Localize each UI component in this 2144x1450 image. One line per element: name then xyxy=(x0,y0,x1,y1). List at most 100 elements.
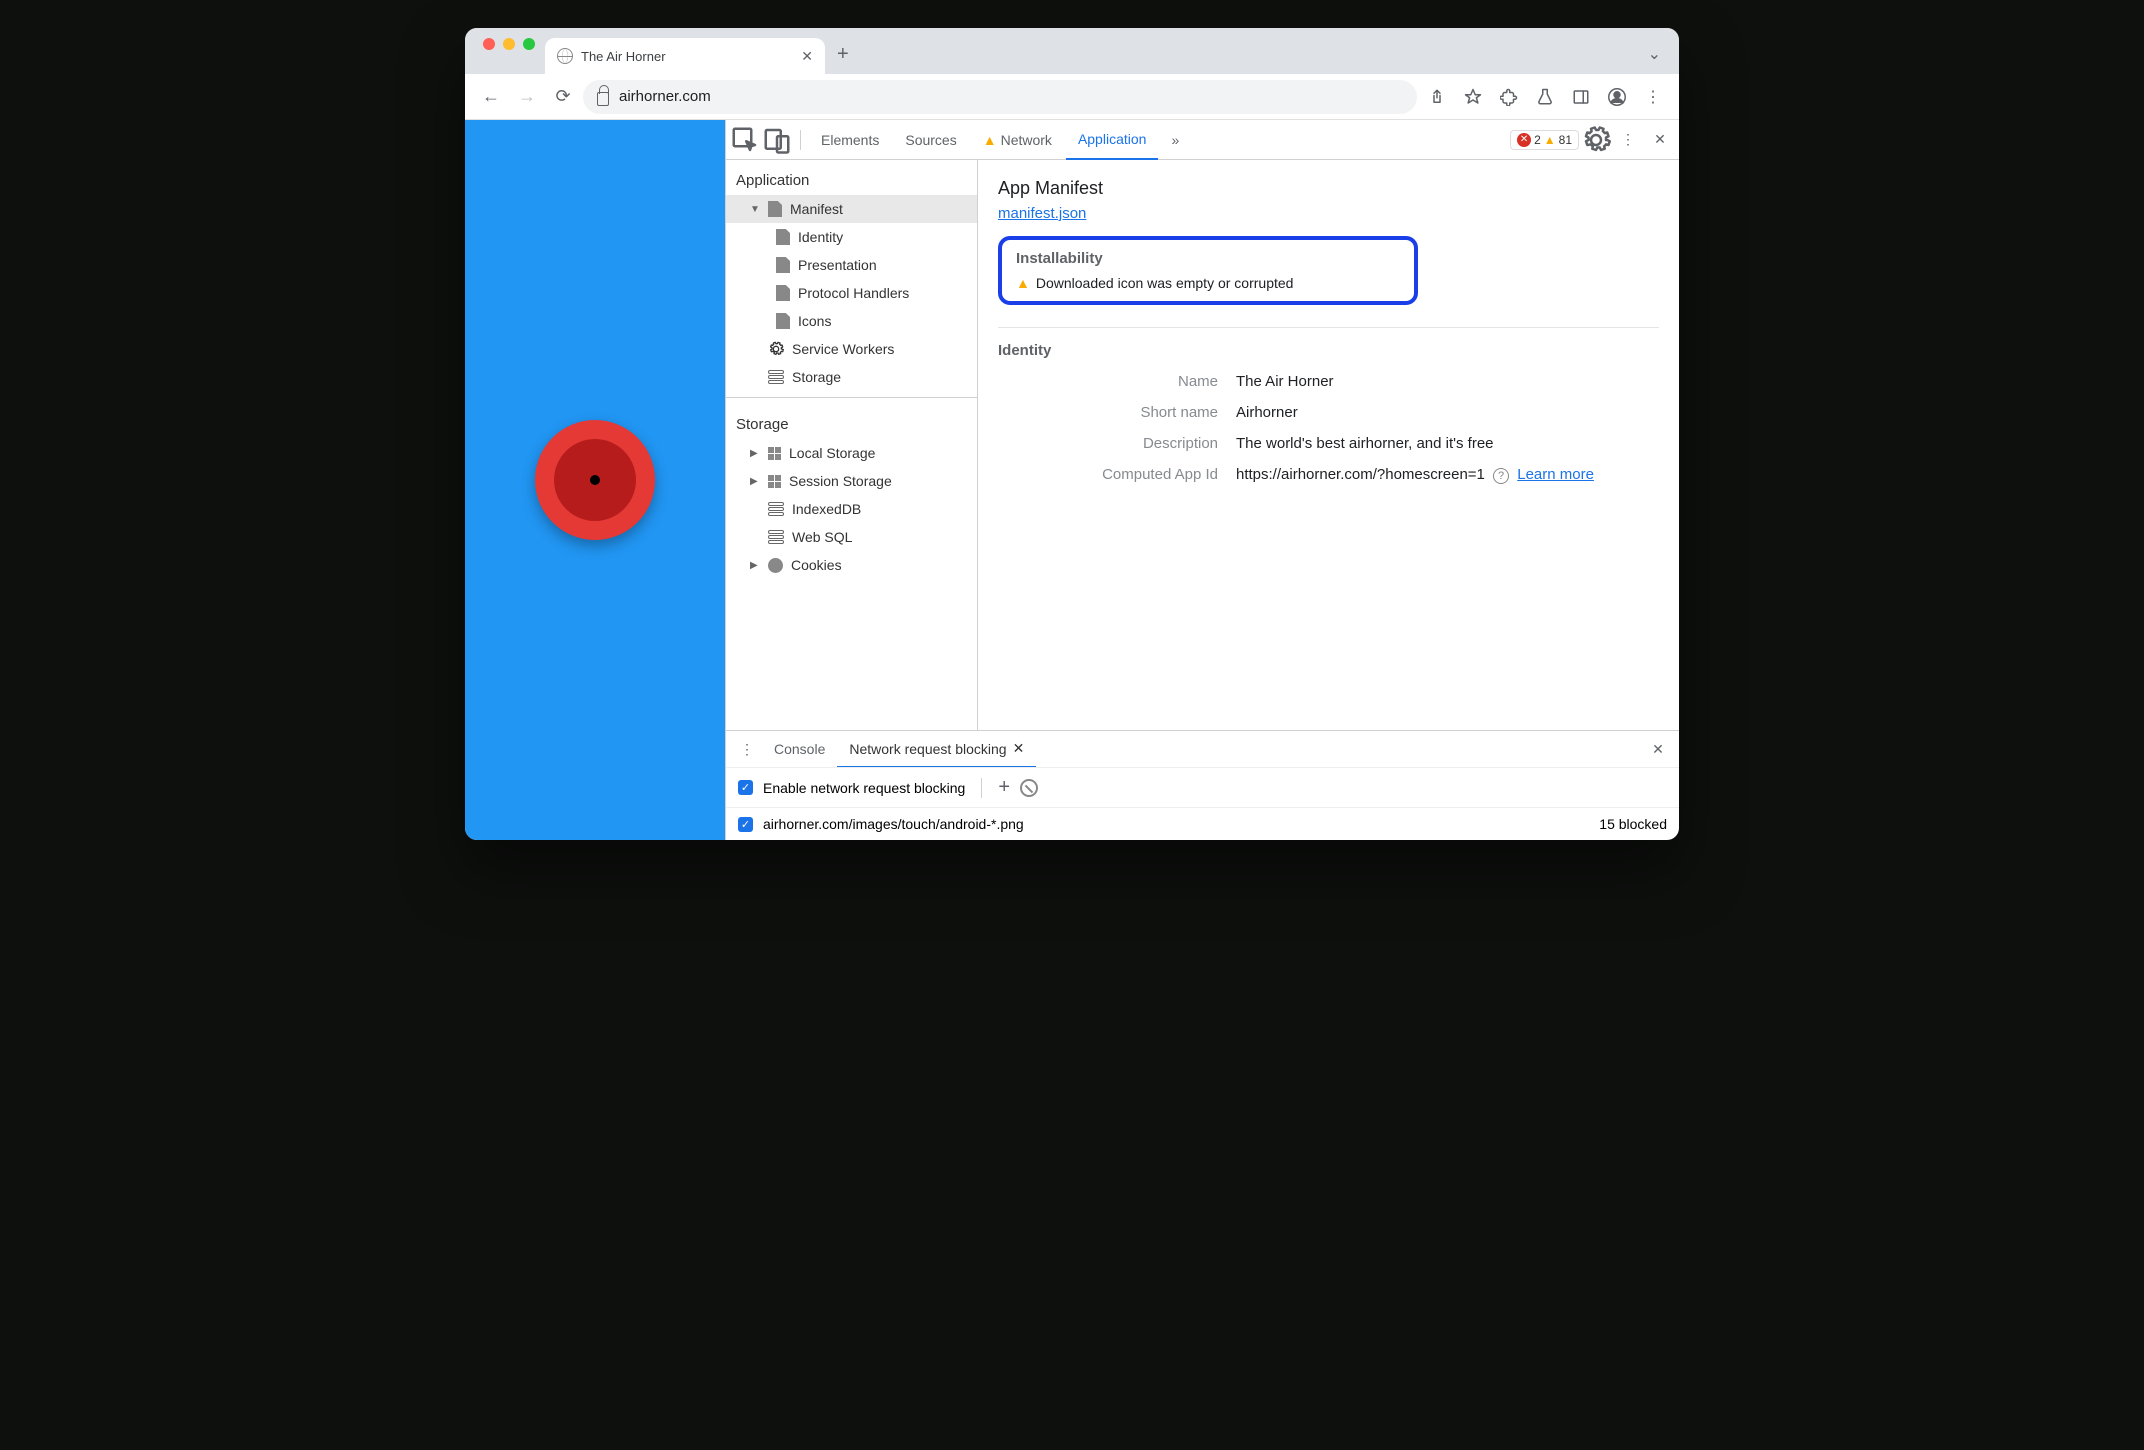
sidebar-item-protocol-handlers[interactable]: Protocol Handlers xyxy=(726,279,977,307)
add-pattern-button[interactable]: + xyxy=(998,776,1010,799)
inspect-icon[interactable] xyxy=(730,125,760,155)
identity-appid-v: https://airhorner.com/?homescreen=1 ? Le… xyxy=(1236,466,1659,484)
manifest-link[interactable]: manifest.json xyxy=(998,205,1086,222)
browser-toolbar: ← → ⟳ airhorner.com ⋮ xyxy=(465,74,1679,120)
drawer-tab-console[interactable]: Console xyxy=(762,731,837,767)
tab-network[interactable]: ▲Network xyxy=(971,120,1064,159)
file-icon xyxy=(776,285,790,301)
identity-desc-k: Description xyxy=(998,435,1218,452)
sidebar-item-manifest[interactable]: ▼Manifest xyxy=(726,195,977,223)
reload-button[interactable]: ⟳ xyxy=(547,81,579,113)
sidebar-item-icons[interactable]: Icons xyxy=(726,307,977,335)
cookie-icon xyxy=(768,558,783,573)
file-icon xyxy=(776,229,790,245)
sidebar-item-websql[interactable]: Web SQL xyxy=(726,523,977,551)
back-button[interactable]: ← xyxy=(475,81,507,113)
tabs-menu-icon[interactable]: ⌄ xyxy=(1638,44,1671,74)
close-tab-icon[interactable]: ✕ xyxy=(801,48,813,65)
device-toggle-icon[interactable] xyxy=(762,125,792,155)
identity-name-v: The Air Horner xyxy=(1236,373,1659,390)
close-drawer-icon[interactable]: ✕ xyxy=(1643,734,1673,764)
minimize-window-icon[interactable] xyxy=(503,38,515,50)
tab-application[interactable]: Application xyxy=(1066,121,1159,160)
tab-title: The Air Horner xyxy=(581,49,666,64)
identity-short-k: Short name xyxy=(998,404,1218,421)
gear-icon xyxy=(768,341,784,357)
page-content xyxy=(465,120,725,840)
sidebar-item-local-storage[interactable]: ▶Local Storage xyxy=(726,439,977,467)
devtools: Elements Sources ▲Network Application » … xyxy=(725,120,1679,840)
share-icon[interactable] xyxy=(1421,81,1453,113)
warning-icon: ▲ xyxy=(1016,275,1030,291)
menu-icon[interactable]: ⋮ xyxy=(1637,81,1669,113)
body: Elements Sources ▲Network Application » … xyxy=(465,120,1679,840)
sidebar-section-storage: Storage xyxy=(726,404,977,439)
browser-window: The Air Horner ✕ + ⌄ ← → ⟳ airhorner.com… xyxy=(465,28,1679,840)
pattern-enabled-checkbox[interactable]: ✓ xyxy=(738,817,753,832)
maximize-window-icon[interactable] xyxy=(523,38,535,50)
window-controls xyxy=(473,38,545,64)
database-icon xyxy=(768,370,784,384)
database-icon xyxy=(768,502,784,516)
help-icon[interactable]: ? xyxy=(1493,468,1509,484)
file-icon xyxy=(776,313,790,329)
pattern-text: airhorner.com/images/touch/android-*.png xyxy=(763,816,1024,832)
sidebar-item-service-workers[interactable]: Service Workers xyxy=(726,335,977,363)
blocking-pattern-row[interactable]: ✓ airhorner.com/images/touch/android-*.p… xyxy=(726,807,1679,840)
close-window-icon[interactable] xyxy=(483,38,495,50)
manifest-panel: App Manifest manifest.json Installabilit… xyxy=(978,160,1679,730)
installability-message: Downloaded icon was empty or corrupted xyxy=(1036,275,1294,291)
identity-appid-k: Computed App Id xyxy=(998,466,1218,484)
warning-icon: ▲ xyxy=(983,132,997,148)
close-devtools-icon[interactable]: ✕ xyxy=(1645,125,1675,155)
blocking-toolbar: ✓ Enable network request blocking + xyxy=(726,767,1679,807)
tab-sources[interactable]: Sources xyxy=(893,120,968,159)
installability-section: Installability ▲ Downloaded icon was emp… xyxy=(998,236,1418,305)
identity-short-v: Airhorner xyxy=(1236,404,1659,421)
sidebar-item-indexeddb[interactable]: IndexedDB xyxy=(726,495,977,523)
close-icon[interactable]: ✕ xyxy=(1013,740,1025,757)
drawer-menu-icon[interactable]: ⋮ xyxy=(732,734,762,764)
sidebar-item-session-storage[interactable]: ▶Session Storage xyxy=(726,467,977,495)
panel-title: App Manifest xyxy=(998,178,1659,199)
browser-tab[interactable]: The Air Horner ✕ xyxy=(545,38,825,74)
profile-icon[interactable] xyxy=(1601,81,1633,113)
sidebar-section-application: Application xyxy=(726,160,977,195)
file-icon xyxy=(768,201,782,217)
forward-button[interactable]: → xyxy=(511,81,543,113)
devtools-menu-icon[interactable]: ⋮ xyxy=(1613,125,1643,155)
identity-section: Identity Name The Air Horner Short name … xyxy=(998,327,1659,484)
file-icon xyxy=(776,257,790,273)
tab-elements[interactable]: Elements xyxy=(809,120,891,159)
learn-more-link[interactable]: Learn more xyxy=(1517,466,1594,483)
sidebar-item-presentation[interactable]: Presentation xyxy=(726,251,977,279)
airhorn-button[interactable] xyxy=(535,420,655,540)
remove-all-icon[interactable] xyxy=(1020,779,1038,797)
identity-desc-v: The world's best airhorner, and it's fre… xyxy=(1236,435,1659,452)
drawer-tabstrip: ⋮ Console Network request blocking✕ ✕ xyxy=(726,731,1679,767)
warning-icon: ▲ xyxy=(1544,133,1556,147)
drawer-tab-network-blocking[interactable]: Network request blocking✕ xyxy=(837,732,1036,768)
database-icon xyxy=(768,530,784,544)
storage-icon xyxy=(768,475,781,488)
storage-icon xyxy=(768,447,781,460)
enable-blocking-label: Enable network request blocking xyxy=(763,780,965,796)
address-bar[interactable]: airhorner.com xyxy=(583,80,1417,114)
sidebar-item-cookies[interactable]: ▶Cookies xyxy=(726,551,977,579)
extensions-icon[interactable] xyxy=(1493,81,1525,113)
issue-counter[interactable]: ✕2 ▲81 xyxy=(1510,130,1579,150)
identity-name-k: Name xyxy=(998,373,1218,390)
bookmark-icon[interactable] xyxy=(1457,81,1489,113)
blocked-count: 15 blocked xyxy=(1599,816,1667,832)
new-tab-button[interactable]: + xyxy=(825,43,861,74)
enable-blocking-checkbox[interactable]: ✓ xyxy=(738,780,753,795)
sidebar-item-identity[interactable]: Identity xyxy=(726,223,977,251)
sidebar-item-storage[interactable]: Storage xyxy=(726,363,977,391)
settings-icon[interactable] xyxy=(1581,125,1611,155)
labs-icon[interactable] xyxy=(1529,81,1561,113)
error-icon: ✕ xyxy=(1517,133,1531,147)
url-text: airhorner.com xyxy=(619,88,711,105)
more-tabs-icon[interactable]: » xyxy=(1160,125,1190,155)
sidepanel-icon[interactable] xyxy=(1565,81,1597,113)
globe-icon xyxy=(557,48,573,64)
